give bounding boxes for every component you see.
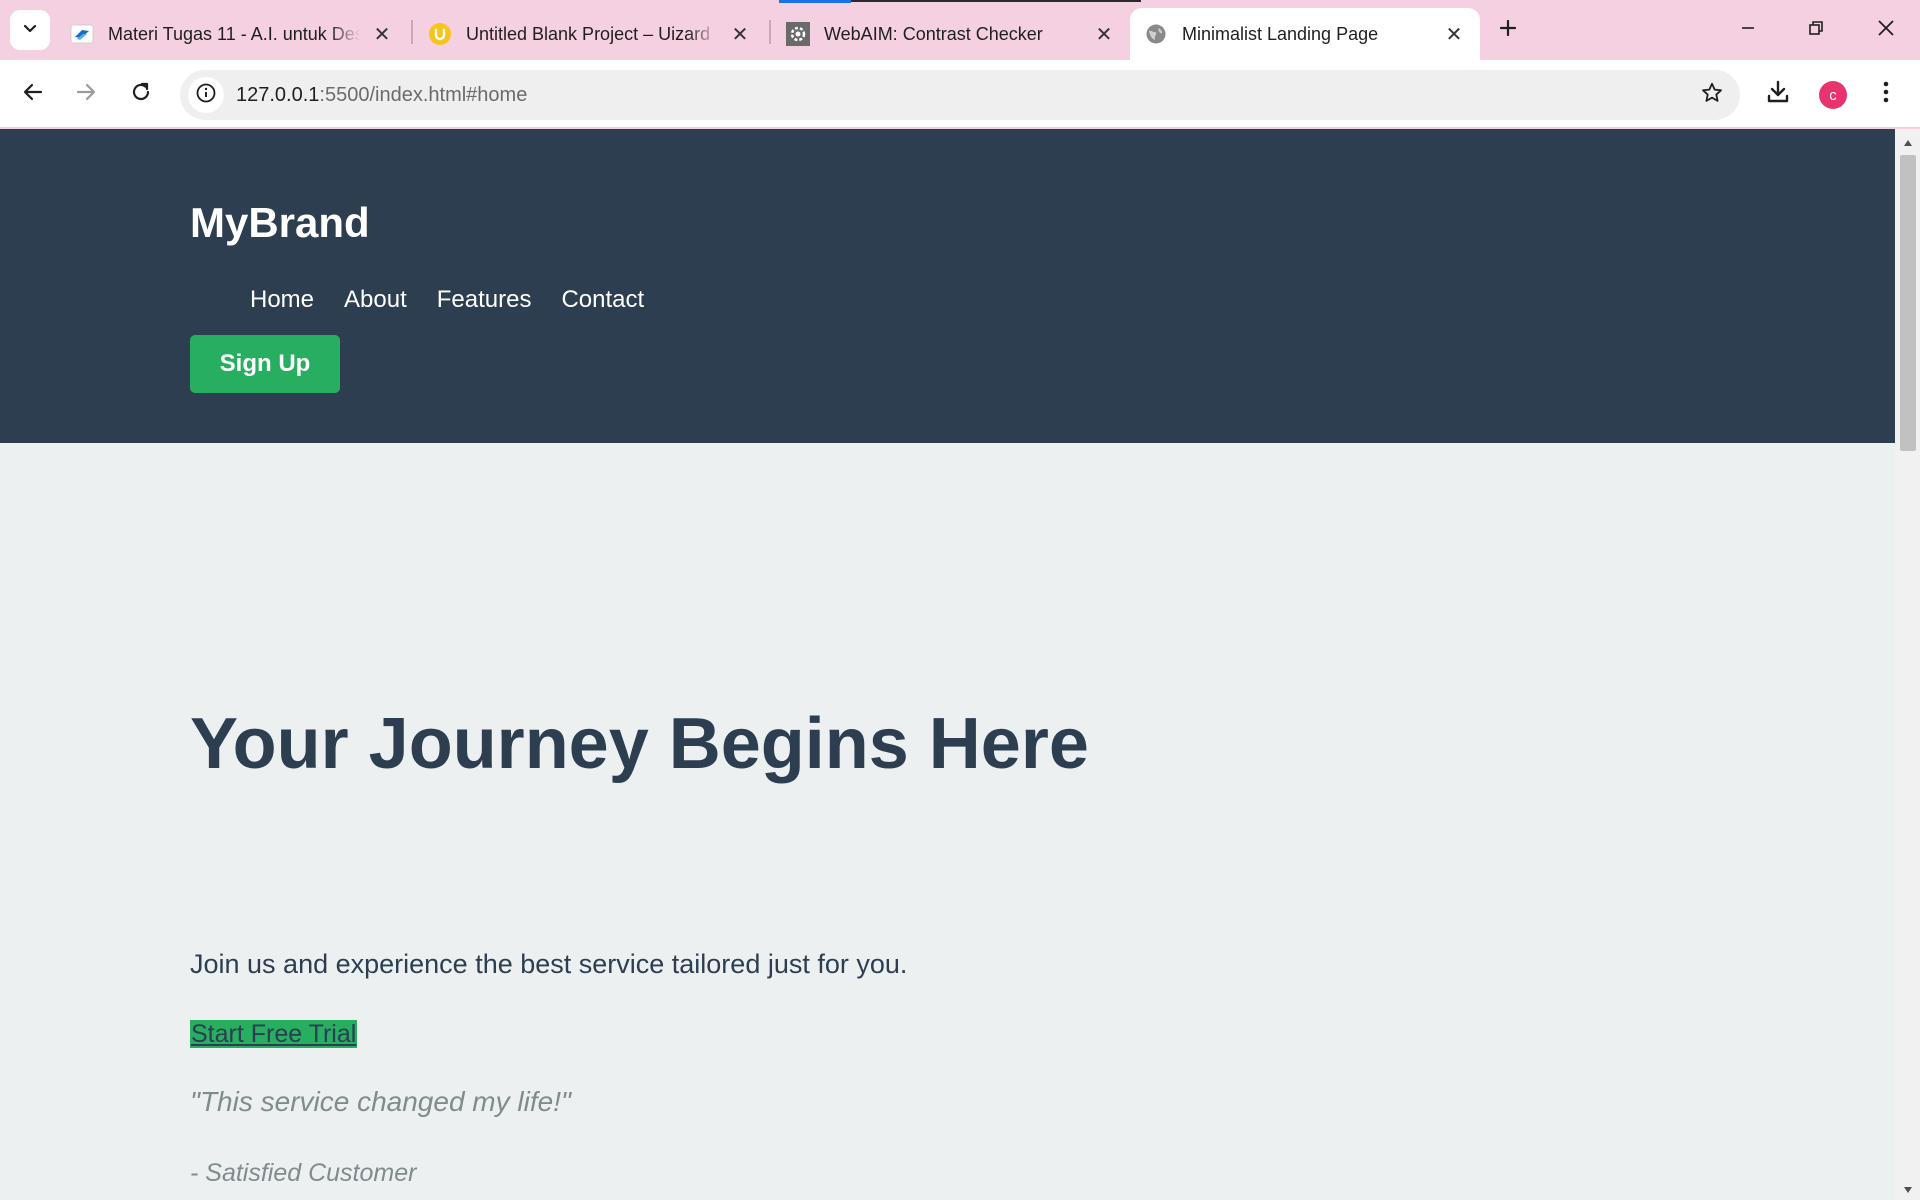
testimonial-quote: "This service changed my life!" <box>190 1086 571 1117</box>
tab-uizard[interactable]: Untitled Blank Project – Uizard ✕ <box>414 8 766 60</box>
tab-materi-tugas[interactable]: Materi Tugas 11 - A.I. untuk Desain ✕ <box>56 8 408 60</box>
profile-avatar[interactable]: c <box>1819 81 1847 109</box>
page-scrollbar[interactable] <box>1895 129 1920 1200</box>
browser-toolbar: 127.0.0.1:5500/index.html#home c <box>0 60 1920 128</box>
browser-window: Materi Tugas 11 - A.I. untuk Desain ✕ Un… <box>0 0 1920 1200</box>
close-icon[interactable]: ✕ <box>370 22 394 46</box>
brand-logo[interactable]: MyBrand <box>190 199 370 247</box>
tab-loading-indicator <box>779 0 851 3</box>
nav-link-home[interactable]: Home <box>250 286 314 314</box>
address-host: 127.0.0.1 <box>236 84 320 106</box>
plus-icon <box>1498 18 1518 43</box>
page-viewport: MyBrand Home About Features Contact Sign… <box>0 129 1895 1200</box>
minimize-icon <box>1740 20 1756 41</box>
nav-link-about[interactable]: About <box>344 286 407 314</box>
restore-icon <box>1808 20 1824 41</box>
address-bar[interactable]: 127.0.0.1:5500/index.html#home <box>180 70 1740 120</box>
site-header: MyBrand Home About Features Contact Sign… <box>0 129 1895 443</box>
address-url[interactable]: 127.0.0.1:5500/index.html#home <box>236 70 527 120</box>
hero-title: Your Journey Begins Here <box>190 704 1089 784</box>
tab-search-button[interactable] <box>10 10 50 50</box>
webaim-logo-icon <box>786 22 810 46</box>
download-icon <box>1765 79 1791 110</box>
downloads-button[interactable] <box>1758 74 1798 114</box>
tab-divider <box>769 20 771 44</box>
back-button[interactable] <box>13 74 53 114</box>
uizard-logo-icon <box>428 22 452 46</box>
start-trial-link[interactable]: Start Free Trial <box>190 1020 358 1048</box>
signup-button[interactable]: Sign Up <box>190 335 340 393</box>
chevron-down-icon <box>21 19 39 42</box>
address-path: :5500/index.html#home <box>319 84 528 106</box>
bookmark-button[interactable] <box>1698 81 1726 109</box>
tab-title: Minimalist Landing Page <box>1182 23 1379 44</box>
globe-icon <box>1144 22 1168 46</box>
testimonial-author: - Satisfied Customer <box>190 1159 417 1187</box>
scroll-down-arrow[interactable] <box>1895 1182 1920 1198</box>
tab-divider <box>411 20 413 44</box>
star-icon <box>1700 81 1724 110</box>
window-close-button[interactable] <box>1858 6 1914 54</box>
info-icon <box>195 82 217 109</box>
arrow-right-icon <box>75 81 97 108</box>
tab-loading-track <box>851 0 1141 2</box>
tab-strip: Materi Tugas 11 - A.I. untuk Desain ✕ Un… <box>0 0 1920 60</box>
forward-button[interactable] <box>66 74 106 114</box>
nav-link-features[interactable]: Features <box>437 286 532 314</box>
restore-button[interactable] <box>1788 6 1844 54</box>
hero-subtitle: Join us and experience the best service … <box>190 949 908 979</box>
scroll-up-arrow[interactable] <box>1895 135 1920 151</box>
close-icon[interactable]: ✕ <box>728 22 752 46</box>
tab-webaim[interactable]: WebAIM: Contrast Checker ✕ <box>772 8 1130 60</box>
tab-title: Materi Tugas 11 - A.I. untuk Desain <box>108 23 360 44</box>
close-icon[interactable]: ✕ <box>1442 22 1466 46</box>
site-info-button[interactable] <box>188 77 224 113</box>
tab-title: Untitled Blank Project – Uizard <box>466 23 711 44</box>
triangle-up-icon <box>1903 134 1913 152</box>
tab-title: WebAIM: Contrast Checker <box>824 23 1043 44</box>
scrollbar-thumb[interactable] <box>1900 155 1916 451</box>
new-tab-button[interactable] <box>1490 12 1526 48</box>
kampus-logo-icon <box>70 22 94 46</box>
main-nav: Home About Features Contact <box>250 286 644 314</box>
browser-menu-button[interactable] <box>1866 74 1906 114</box>
arrow-left-icon <box>22 81 44 108</box>
minimize-button[interactable] <box>1720 6 1776 54</box>
close-icon <box>1877 19 1895 42</box>
triangle-down-icon <box>1903 1181 1913 1199</box>
nav-link-contact[interactable]: Contact <box>561 286 644 314</box>
reload-button[interactable] <box>121 74 161 114</box>
kebab-menu-icon <box>1882 80 1890 109</box>
close-icon[interactable]: ✕ <box>1092 22 1116 46</box>
tab-minimalist-landing[interactable]: Minimalist Landing Page ✕ <box>1130 8 1480 60</box>
reload-icon <box>130 81 152 108</box>
